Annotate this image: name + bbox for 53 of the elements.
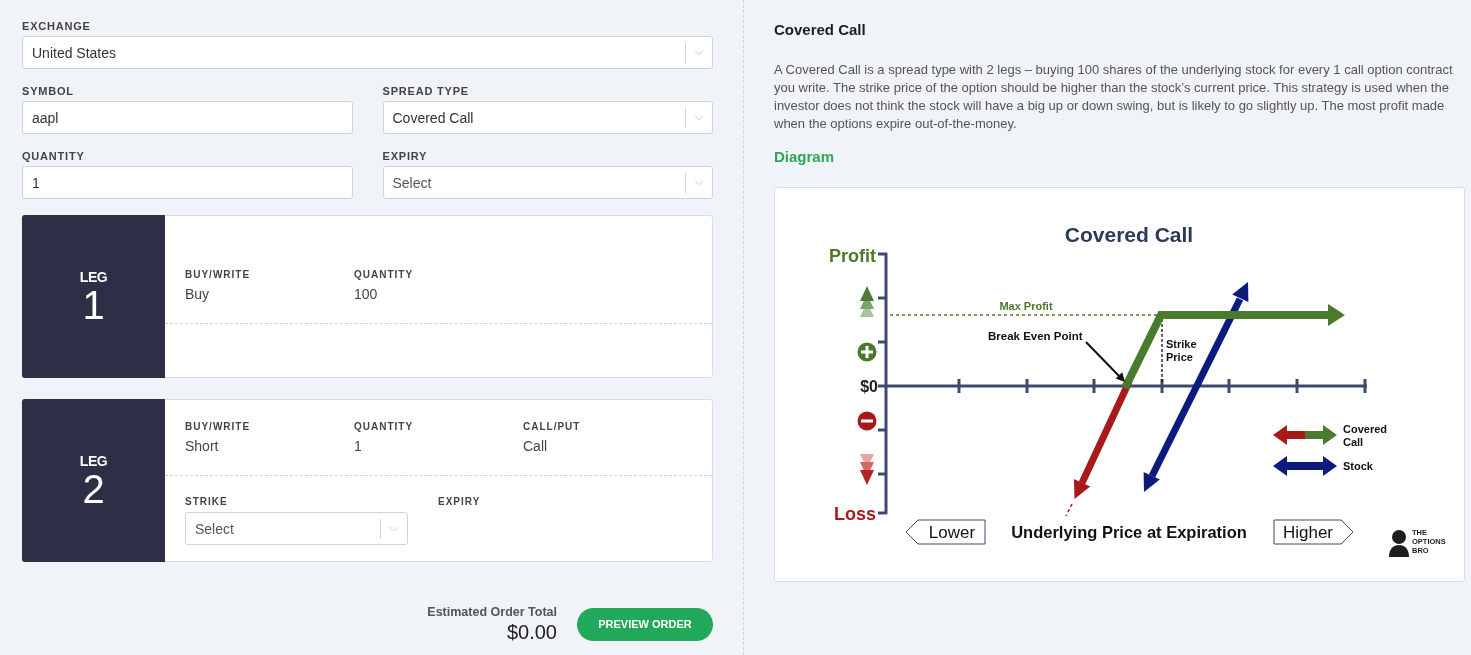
minus-circle-icon	[857, 411, 877, 431]
person-silhouette-icon	[1389, 530, 1409, 557]
field-label: STRIKE	[185, 496, 228, 508]
dropdown-field[interactable]: United States	[22, 36, 713, 69]
field-label: SPREAD TYPE	[382, 85, 469, 98]
field-label: SYMBOL	[22, 85, 74, 98]
diagram-title: Covered Call	[1064, 223, 1194, 246]
field-label: QUANTITY	[22, 150, 85, 163]
max-profit-label: Max Profit	[999, 300, 1053, 312]
field-value: Short	[185, 438, 219, 455]
lower-price-tag: Lower	[905, 519, 986, 545]
field-label: QUANTITY	[354, 269, 414, 281]
strategy-title: Covered Call	[774, 20, 866, 40]
order-total-value: $0.00	[506, 620, 557, 644]
x-axis-title: Underlying Price at Expiration	[1011, 523, 1247, 541]
break-even-arrow	[1085, 341, 1125, 382]
field-value: Call	[523, 438, 548, 455]
leg-heading: LEG	[79, 452, 108, 469]
stock-legend-arrow	[1273, 456, 1337, 476]
field-label: BUY/WRITE	[185, 421, 251, 433]
leg-heading: LEG	[79, 268, 108, 285]
leg-number: 1	[82, 284, 105, 325]
field-label: EXCHANGE	[22, 20, 91, 33]
legend-label: Stock	[1343, 460, 1373, 472]
zero-label: $0	[860, 378, 878, 395]
dropdown-field[interactable]: Select	[185, 512, 408, 545]
diagram-heading: Diagram	[774, 147, 835, 167]
profit-label: Profit	[829, 246, 876, 266]
input-field[interactable]: aapl	[22, 101, 353, 134]
field-value: 1	[354, 438, 362, 455]
field-label: BUY/WRITE	[185, 269, 251, 281]
loss-label: Loss	[834, 504, 876, 524]
field-label: EXPIRY	[382, 150, 428, 163]
strike-price-label: Strike Price	[1166, 338, 1197, 363]
legend-label: Covered Call	[1343, 422, 1388, 448]
plus-circle-icon	[857, 342, 877, 362]
down-triangles-icon	[860, 454, 874, 485]
higher-price-tag: Higher	[1273, 519, 1354, 545]
input-field[interactable]: 1	[22, 166, 353, 199]
field-label: CALL/PUT	[523, 421, 581, 433]
dropdown-field[interactable]: Covered Call	[382, 101, 713, 134]
leg-number: 2	[82, 468, 105, 509]
field-value: Buy	[185, 286, 210, 303]
break-even-label: Break Even Point	[988, 330, 1083, 342]
up-triangles-icon	[860, 286, 874, 317]
field-label: QUANTITY	[354, 421, 414, 433]
payoff-legend-arrow	[1273, 425, 1337, 445]
field-value: 100	[354, 286, 378, 303]
order-total-label: Estimated Order Total	[427, 604, 557, 620]
field-label: EXPIRY	[438, 496, 481, 508]
dropdown-field[interactable]: Select	[382, 166, 713, 199]
strategy-description: A Covered Call is a spread type with 2 legs – buying 100 shares of the underlying stock for every 1 call option contract you write. The strike price of the option should be higher than the stock’s current price. This strategy is used when the investor does not think the stock will have a big up or down swing, but is likely to go slightly up. The most profit made when the options expire out-of-the-money.	[774, 61, 1454, 133]
strike-price-line	[1161, 318, 1163, 385]
